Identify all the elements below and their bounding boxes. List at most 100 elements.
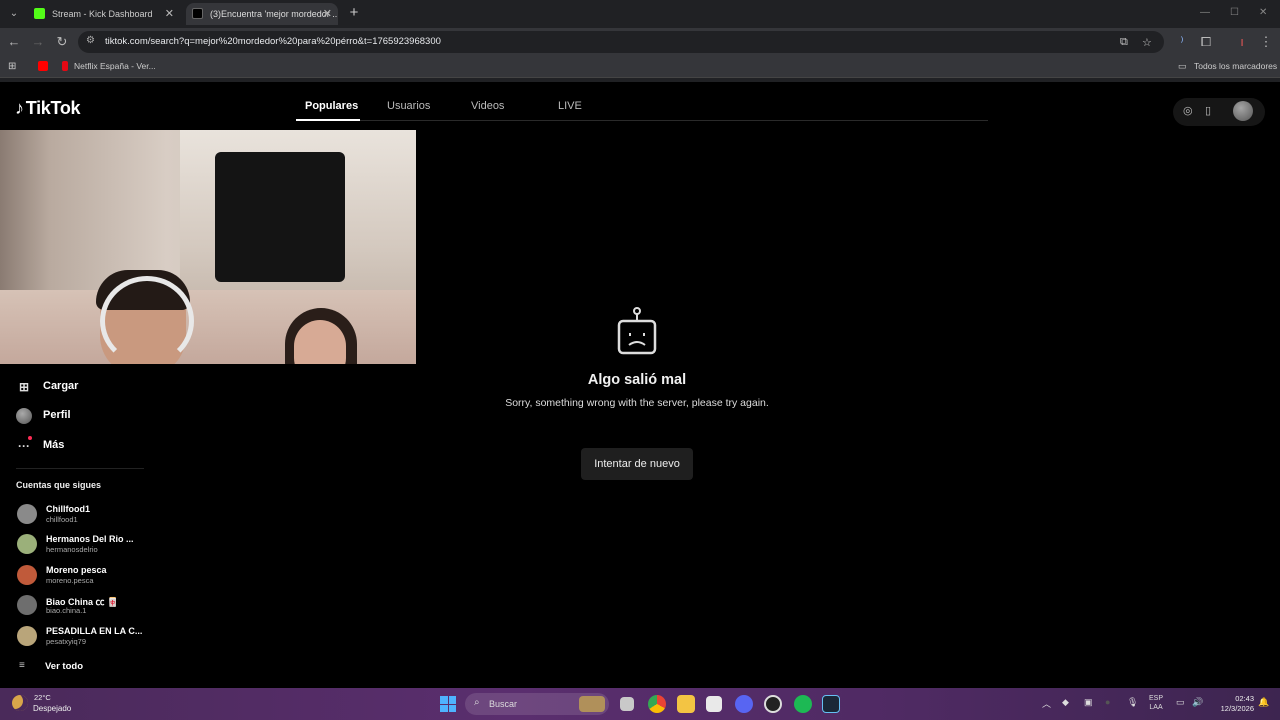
taskbar-search[interactable]: ⌕ Buscar xyxy=(465,693,609,715)
following-account[interactable]: Hermanos Del Rio ... hermanosdelrio xyxy=(16,532,150,558)
youtube-icon[interactable] xyxy=(38,61,48,71)
netflix-icon xyxy=(62,61,68,71)
all-bookmarks[interactable]: Todos los marcadores xyxy=(1194,61,1277,71)
spotify-icon[interactable] xyxy=(794,695,812,713)
discord-icon[interactable] xyxy=(735,695,753,713)
webcam-headboard xyxy=(215,152,345,282)
volume-icon[interactable]: 🔊 xyxy=(1192,697,1203,708)
menu-icon[interactable]: ⋮ xyxy=(1258,34,1274,50)
search-tabs: Populares Usuarios Videos LIVE xyxy=(296,82,988,121)
tiktok-header: ♪ TikTok Populares Usuarios Videos LIVE ◎… xyxy=(0,82,1280,130)
retry-button[interactable]: Intentar de nuevo xyxy=(581,448,693,480)
avatar xyxy=(17,534,37,554)
microphone-icon[interactable]: 🎙 xyxy=(1127,697,1138,708)
avatar[interactable] xyxy=(1233,101,1253,121)
new-tab-icon[interactable]: + xyxy=(346,4,362,21)
tab-tiktok-search[interactable]: (3)Encuentra 'mejor mordedor ... ✕ xyxy=(186,3,338,25)
webcam-person-2-face xyxy=(294,320,346,364)
following-account[interactable]: Moreno pesca moreno.pesca xyxy=(16,563,150,589)
file-explorer-icon[interactable] xyxy=(677,695,695,713)
reload-icon[interactable]: ↻ xyxy=(54,34,70,50)
sidebar-divider xyxy=(16,468,144,469)
webcam-overlay xyxy=(0,130,416,364)
error-message: Sorry, something wrong with the server, … xyxy=(505,397,769,409)
window-close-icon[interactable]: ✕ xyxy=(1259,7,1267,18)
more-icon: ··· xyxy=(16,436,32,454)
tab-usuarios[interactable]: Usuarios xyxy=(387,100,430,112)
tray-steam-icon[interactable]: ◆ xyxy=(1062,697,1069,708)
language-indicator[interactable]: ESP LAA xyxy=(1149,694,1163,712)
device-icon[interactable]: ▯ xyxy=(1205,104,1211,117)
error-state: Algo salió mal Sorry, something wrong wi… xyxy=(480,300,794,490)
active-tab-underline xyxy=(296,119,360,121)
extensions-puzzle-icon[interactable]: ⧠ xyxy=(1198,34,1214,50)
search-highlight-image xyxy=(579,696,605,712)
avatar xyxy=(17,504,37,524)
install-icon[interactable]: ⧉ xyxy=(1120,36,1128,49)
following-account[interactable]: Biao China ㏄ 🀄 biao.china.1 xyxy=(16,593,150,619)
sidebar: ⊞ Cargar Perfil ··· Más Cuentas que sigu… xyxy=(0,370,150,686)
minimize-icon[interactable]: — xyxy=(1200,7,1210,18)
tab-populares[interactable]: Populares xyxy=(305,100,358,112)
following-heading: Cuentas que sigues xyxy=(16,480,102,490)
profile-avatar-icon xyxy=(16,408,32,424)
site-info-icon[interactable]: ⚙ xyxy=(86,35,95,46)
url-text: tiktok.com/search?q=mejor%20mordedor%20p… xyxy=(105,36,441,47)
folder-icon: ▭ xyxy=(1178,61,1187,71)
browser-toolbar: ← → ↻ ⚙ tiktok.com/search?q=mejor%20mord… xyxy=(0,28,1280,56)
weather-temp: 22°C xyxy=(34,693,51,702)
address-bar[interactable]: ⚙ tiktok.com/search?q=mejor%20mordedor%2… xyxy=(78,31,1164,53)
tray-app-icon[interactable]: ▣ xyxy=(1084,697,1093,708)
forward-icon[interactable]: → xyxy=(30,34,46,49)
notifications-icon[interactable]: 🔔 xyxy=(1258,697,1269,708)
sad-robot-icon xyxy=(617,307,657,355)
tab-title: Stream - Kick Dashboard xyxy=(52,9,153,19)
apps-grid-icon[interactable]: ⊞ xyxy=(8,61,16,72)
tiktok-favicon-icon xyxy=(192,8,203,19)
following-account[interactable]: PESADILLA EN LA C... pesatxyiq79 xyxy=(16,624,150,650)
sidebar-item-profile[interactable]: Perfil xyxy=(16,406,146,428)
weather-desc: Despejado xyxy=(33,704,72,713)
extension-icon[interactable]: ⁾ xyxy=(1174,34,1190,50)
tab-live[interactable]: LIVE xyxy=(558,100,582,112)
maximize-icon[interactable]: ☐ xyxy=(1230,7,1239,18)
search-icon: ⌕ xyxy=(474,697,480,708)
list-icon: ≡ xyxy=(19,660,25,671)
tab-strip: ⌄ Stream - Kick Dashboard ✕ (3)Encuentra… xyxy=(0,0,1280,28)
system-clock[interactable]: 02:43 12/3/2026 xyxy=(1212,694,1254,714)
following-account[interactable]: Chillfood1 chillfood1 xyxy=(16,502,150,528)
webcam-headset xyxy=(100,276,194,364)
browser-chrome: ⌄ Stream - Kick Dashboard ✕ (3)Encuentra… xyxy=(0,0,1280,82)
kick-favicon-icon xyxy=(34,8,45,19)
obs-icon[interactable] xyxy=(764,695,782,713)
header-actions: ◎ ▯ xyxy=(1173,98,1265,126)
tiktok-note-icon: ♪ xyxy=(15,98,24,118)
tab-videos[interactable]: Videos xyxy=(471,100,504,112)
see-all-button[interactable]: ≡ Ver todo xyxy=(16,660,136,676)
network-icon[interactable]: ▭ xyxy=(1176,697,1185,708)
close-icon[interactable]: ✕ xyxy=(165,3,174,25)
store-icon[interactable] xyxy=(706,696,722,712)
coins-icon[interactable]: ◎ xyxy=(1183,104,1193,117)
bookmarks-bar: ⊞ Netflix España - Ver... ▭ Todos los ma… xyxy=(0,56,1280,78)
start-windows-icon[interactable] xyxy=(440,696,456,712)
back-icon[interactable]: ← xyxy=(6,34,22,49)
upload-icon: ⊞ xyxy=(18,380,30,394)
bookmark-netflix[interactable]: Netflix España - Ver... xyxy=(74,61,156,71)
bookmark-star-icon[interactable]: ☆ xyxy=(1142,36,1152,49)
chrome-icon[interactable] xyxy=(648,695,666,713)
steam-icon[interactable] xyxy=(822,695,840,713)
tab-title: (3)Encuentra 'mejor mordedor ... xyxy=(210,9,338,19)
profile-icon[interactable]: ı xyxy=(1234,34,1250,49)
tab-kick-dashboard[interactable]: Stream - Kick Dashboard ✕ xyxy=(28,3,180,25)
sidebar-item-more[interactable]: ··· Más xyxy=(16,436,146,458)
tray-dot-icon[interactable]: ● xyxy=(1105,697,1110,707)
tab-search-icon[interactable]: ⌄ xyxy=(6,6,22,22)
weather-moon-icon[interactable] xyxy=(12,695,28,711)
tray-chevron-icon[interactable]: ︿ xyxy=(1042,697,1051,710)
sidebar-item-upload[interactable]: ⊞ Cargar xyxy=(16,377,146,399)
taskbar: 22°C Despejado ⌕ Buscar ︿ ◆ ▣ ● 🎙 ESP LA… xyxy=(0,688,1280,720)
task-view-icon[interactable] xyxy=(620,697,634,711)
close-icon[interactable]: ✕ xyxy=(323,3,332,25)
tiktok-logo[interactable]: ♪ TikTok xyxy=(15,98,81,119)
